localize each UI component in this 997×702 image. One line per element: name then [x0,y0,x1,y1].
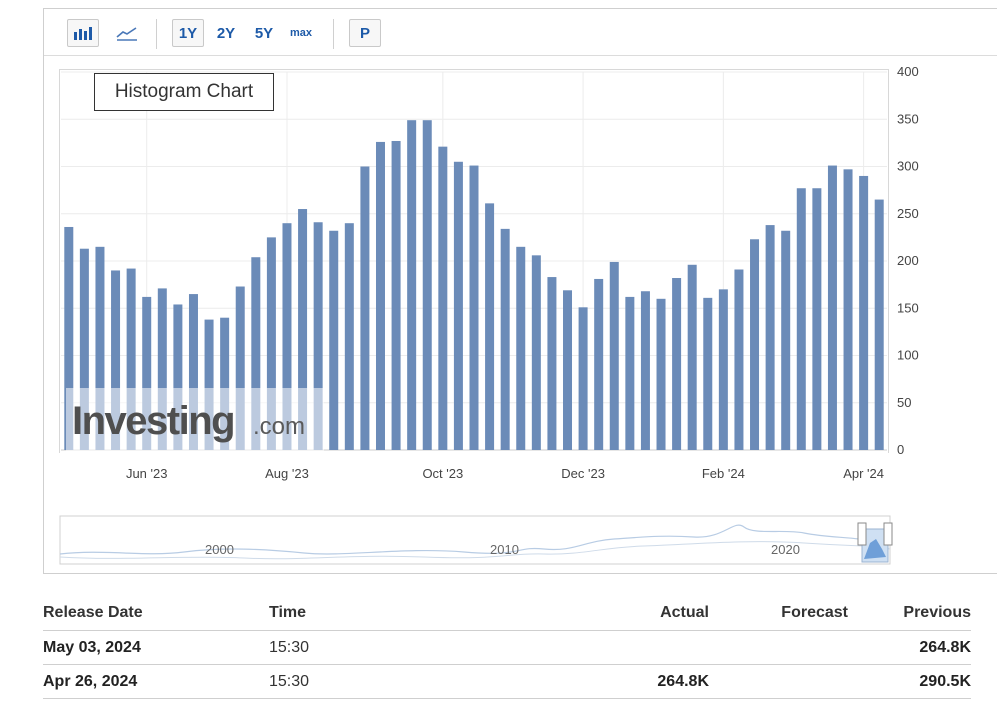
svg-text:.com: .com [253,413,305,440]
header-actual[interactable]: Actual [660,604,709,622]
header-time[interactable]: Time [269,604,306,622]
row-actual: 264.8K [657,673,709,690]
bar [874,199,884,450]
bar [843,169,853,450]
bar [360,166,370,450]
row-date: Apr 26, 2024 [43,673,138,690]
bar [812,188,822,451]
bar [469,165,479,450]
y-tick-label: 100 [897,348,919,363]
row-time: 15:30 [269,639,310,656]
navigator-left-handle[interactable] [857,522,867,546]
bar [563,290,573,450]
bar [547,277,557,450]
x-tick-label: Jun '23 [126,466,168,481]
chart-panel: 1Y 2Y 5Y max P Investing .com 0 50 100 150 2… [43,8,997,574]
x-tick-label: Aug '23 [265,466,309,481]
bar [750,239,760,450]
y-tick-label: 250 [897,206,919,221]
bar [422,120,432,450]
header-release-date[interactable]: Release Date [43,604,143,622]
bar [796,188,806,451]
bar [827,165,837,450]
x-tick-label: Apr '24 [843,466,884,481]
table-row: May 03, 2024 15:30 264.8K [43,630,971,664]
bar [485,203,495,450]
bar [718,289,728,450]
y-tick-label: 300 [897,159,919,174]
bar [672,278,682,450]
bar [391,140,401,451]
header-previous[interactable]: Previous [903,604,971,622]
bar [640,291,650,450]
watermark-logo: Investing .com [66,388,324,451]
y-tick-label: 350 [897,111,919,126]
bar [609,261,619,450]
release-table: Release Date Time Actual Forecast Previo… [43,596,971,699]
table-header: Release Date Time Actual Forecast Previo… [43,596,971,630]
y-tick-label: 150 [897,300,919,315]
bar [407,120,417,450]
bar [734,269,744,450]
bar [453,161,463,450]
bar [781,230,791,450]
bar [656,298,666,450]
y-tick-label: 200 [897,253,919,268]
x-tick-label: Oct '23 [422,466,463,481]
navigator-label: 2000 [205,542,234,557]
header-forecast[interactable]: Forecast [781,604,848,622]
navigator-label: 2010 [490,542,519,557]
navigator-label: 2020 [771,542,800,557]
bar [765,225,775,450]
bar [344,223,354,450]
histogram-chart-label: Histogram Chart [94,73,274,111]
y-tick-label: 50 [897,395,911,410]
navigator[interactable]: 2000 2010 2020 [59,515,893,565]
bar [625,296,635,450]
bar [859,175,869,450]
bar [594,278,604,450]
x-tick-label: Dec '23 [561,466,605,481]
bar [516,246,526,450]
row-previous: 264.8K [919,639,971,656]
bar [578,307,588,450]
bar [329,230,339,450]
table-row: Apr 26, 2024 15:30 264.8K 290.5K [43,664,971,699]
y-tick-label: 400 [897,64,919,79]
bar [500,228,510,450]
bar [531,255,541,450]
bar [687,264,697,450]
bar [375,141,385,450]
x-tick-label: Feb '24 [702,466,745,481]
bar [703,297,713,450]
svg-text:Investing: Investing [72,399,234,443]
bar [438,146,448,450]
row-previous: 290.5K [919,673,971,690]
row-date: May 03, 2024 [43,639,141,656]
navigator-right-handle[interactable] [883,522,893,546]
row-time: 15:30 [269,673,310,690]
y-tick-label: 0 [897,442,904,457]
